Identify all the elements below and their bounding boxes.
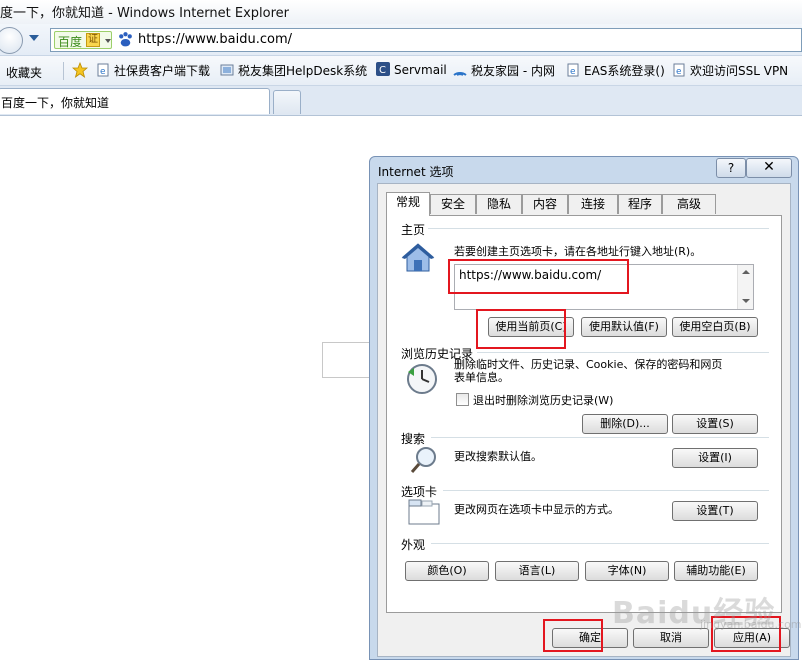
tabs-description: 更改网页在选项卡中显示的方式。 <box>454 503 619 516</box>
search-settings-button[interactable]: 设置(I) <box>672 448 758 468</box>
homepage-description: 若要创建主页选项卡，请在各地址行键入地址(R)。 <box>454 245 702 258</box>
search-provider-badge[interactable]: 百度 证 <box>54 31 112 49</box>
magnifier-icon <box>410 447 436 473</box>
favorites-star-icon[interactable] <box>72 62 88 78</box>
tab-general[interactable]: 常规 <box>386 192 430 216</box>
history-settings-button[interactable]: 设置(S) <box>672 414 758 434</box>
close-button[interactable]: ✕ <box>746 158 792 178</box>
homepage-url-value: https://www.baidu.com/ <box>459 268 602 282</box>
browser-tab-title: 百度一下，你就知道 <box>1 96 110 110</box>
svg-text:e: e <box>676 67 682 77</box>
svg-text:e: e <box>100 67 106 77</box>
delete-on-exit-label[interactable]: 退出时删除浏览历史记录(W) <box>473 394 613 407</box>
general-tab-panel: 主页 若要创建主页选项卡，请在各地址行键入地址(R)。 https://www.… <box>386 215 782 613</box>
ie-page-icon: e <box>673 63 685 77</box>
use-current-button[interactable]: 使用当前页(C) <box>488 317 574 337</box>
homepage-section-title: 主页 <box>401 221 429 238</box>
address-url[interactable]: https://www.baidu.com/ <box>138 32 292 47</box>
search-description: 更改搜索默认值。 <box>454 450 542 463</box>
browser-tab-active[interactable]: 百度一下，你就知道 <box>0 88 270 114</box>
favorite-item[interactable]: e 欢迎访问SSL VPN <box>672 62 788 80</box>
help-button[interactable]: ? <box>716 158 746 178</box>
favorites-separator <box>63 62 64 80</box>
favorite-item[interactable]: 税友集团HelpDesk系统 <box>220 62 367 80</box>
back-button[interactable] <box>0 27 23 54</box>
section-divider <box>413 228 769 229</box>
fonts-button[interactable]: 字体(N) <box>585 561 669 581</box>
window-title: 度一下，你就知道 - Windows Internet Explorer <box>0 6 289 21</box>
languages-button[interactable]: 语言(L) <box>495 561 579 581</box>
tab-content[interactable]: 内容 <box>522 194 568 214</box>
textarea-scrollbar[interactable] <box>737 265 753 309</box>
section-divider <box>443 490 769 491</box>
new-tab-button[interactable] <box>273 90 301 114</box>
appearance-section-title: 外观 <box>401 536 429 553</box>
chevron-down-icon <box>105 39 111 43</box>
address-bar[interactable]: 百度 证 https://www.baidu.com/ <box>50 28 802 52</box>
tab-programs[interactable]: 程序 <box>618 194 662 214</box>
section-divider <box>431 543 769 544</box>
feed-icon <box>453 72 467 76</box>
ie-page-icon: e <box>97 63 109 77</box>
c-logo-icon: C <box>376 62 390 76</box>
favorites-label[interactable]: 收藏夹 <box>6 64 42 81</box>
favorites-bar: 收藏夹 e 社保费客户端下载 税友集团HelpDesk系统 C Servmail 税… <box>0 56 802 86</box>
use-blank-button[interactable]: 使用空白页(B) <box>672 317 758 337</box>
window-titlebar: 度一下，你就知道 - Windows Internet Explorer <box>0 0 802 24</box>
tab-advanced[interactable]: 高级 <box>662 194 716 214</box>
favorite-item[interactable]: 税友家园 - 内网 <box>453 62 555 80</box>
section-divider <box>477 352 769 353</box>
tabs-settings-button[interactable]: 设置(T) <box>672 501 758 521</box>
ie-page-icon <box>220 64 234 76</box>
dialog-body: 常规 安全 隐私 内容 连接 程序 高级 主页 若要创建主页选项卡，请在各地址行… <box>377 183 791 657</box>
tabs-icon <box>408 499 440 525</box>
address-toolbar: 百度 证 https://www.baidu.com/ <box>0 24 802 56</box>
section-divider <box>431 437 769 438</box>
svg-text:e: e <box>570 67 576 77</box>
history-clock-icon <box>407 364 437 394</box>
scroll-down-icon <box>742 299 750 303</box>
scroll-up-icon <box>742 270 750 274</box>
favorite-item[interactable]: C Servmail <box>376 62 447 80</box>
homepage-url-textarea[interactable]: https://www.baidu.com/ <box>454 264 754 310</box>
tab-privacy[interactable]: 隐私 <box>476 194 522 214</box>
favorite-item[interactable]: e 社保费客户端下载 <box>96 62 210 80</box>
browser-tab-bar: 百度一下，你就知道 <box>0 86 802 116</box>
baidu-paw-icon <box>119 32 132 47</box>
history-description-line1: 删除临时文件、历史记录、Cookie、保存的密码和网页 <box>454 358 723 371</box>
colors-button[interactable]: 颜色(O) <box>405 561 489 581</box>
delete-history-button[interactable]: 删除(D)... <box>582 414 668 434</box>
tab-security[interactable]: 安全 <box>430 194 476 214</box>
home-icon <box>401 243 435 272</box>
certificate-icon: 证 <box>86 33 100 47</box>
svg-text:C: C <box>379 65 386 76</box>
history-description-line2: 表单信息。 <box>454 371 509 384</box>
delete-on-exit-checkbox[interactable] <box>456 393 469 406</box>
use-default-button[interactable]: 使用默认值(F) <box>581 317 667 337</box>
favorite-item[interactable]: e EAS系统登录() <box>566 62 665 80</box>
baidu-watermark-sub: jingyan.baidu.com <box>700 618 802 631</box>
dialog-title: Internet 选项 <box>378 165 454 179</box>
accessibility-button[interactable]: 辅助功能(E) <box>674 561 758 581</box>
internet-options-dialog: Internet 选项 ? ✕ 常规 安全 隐私 内容 连接 程序 高级 主页 … <box>369 156 799 660</box>
search-provider-label: 百度 <box>58 35 83 49</box>
tab-connections[interactable]: 连接 <box>568 194 618 214</box>
nav-dropdown-icon[interactable] <box>29 35 39 41</box>
ie-page-icon: e <box>567 63 579 77</box>
